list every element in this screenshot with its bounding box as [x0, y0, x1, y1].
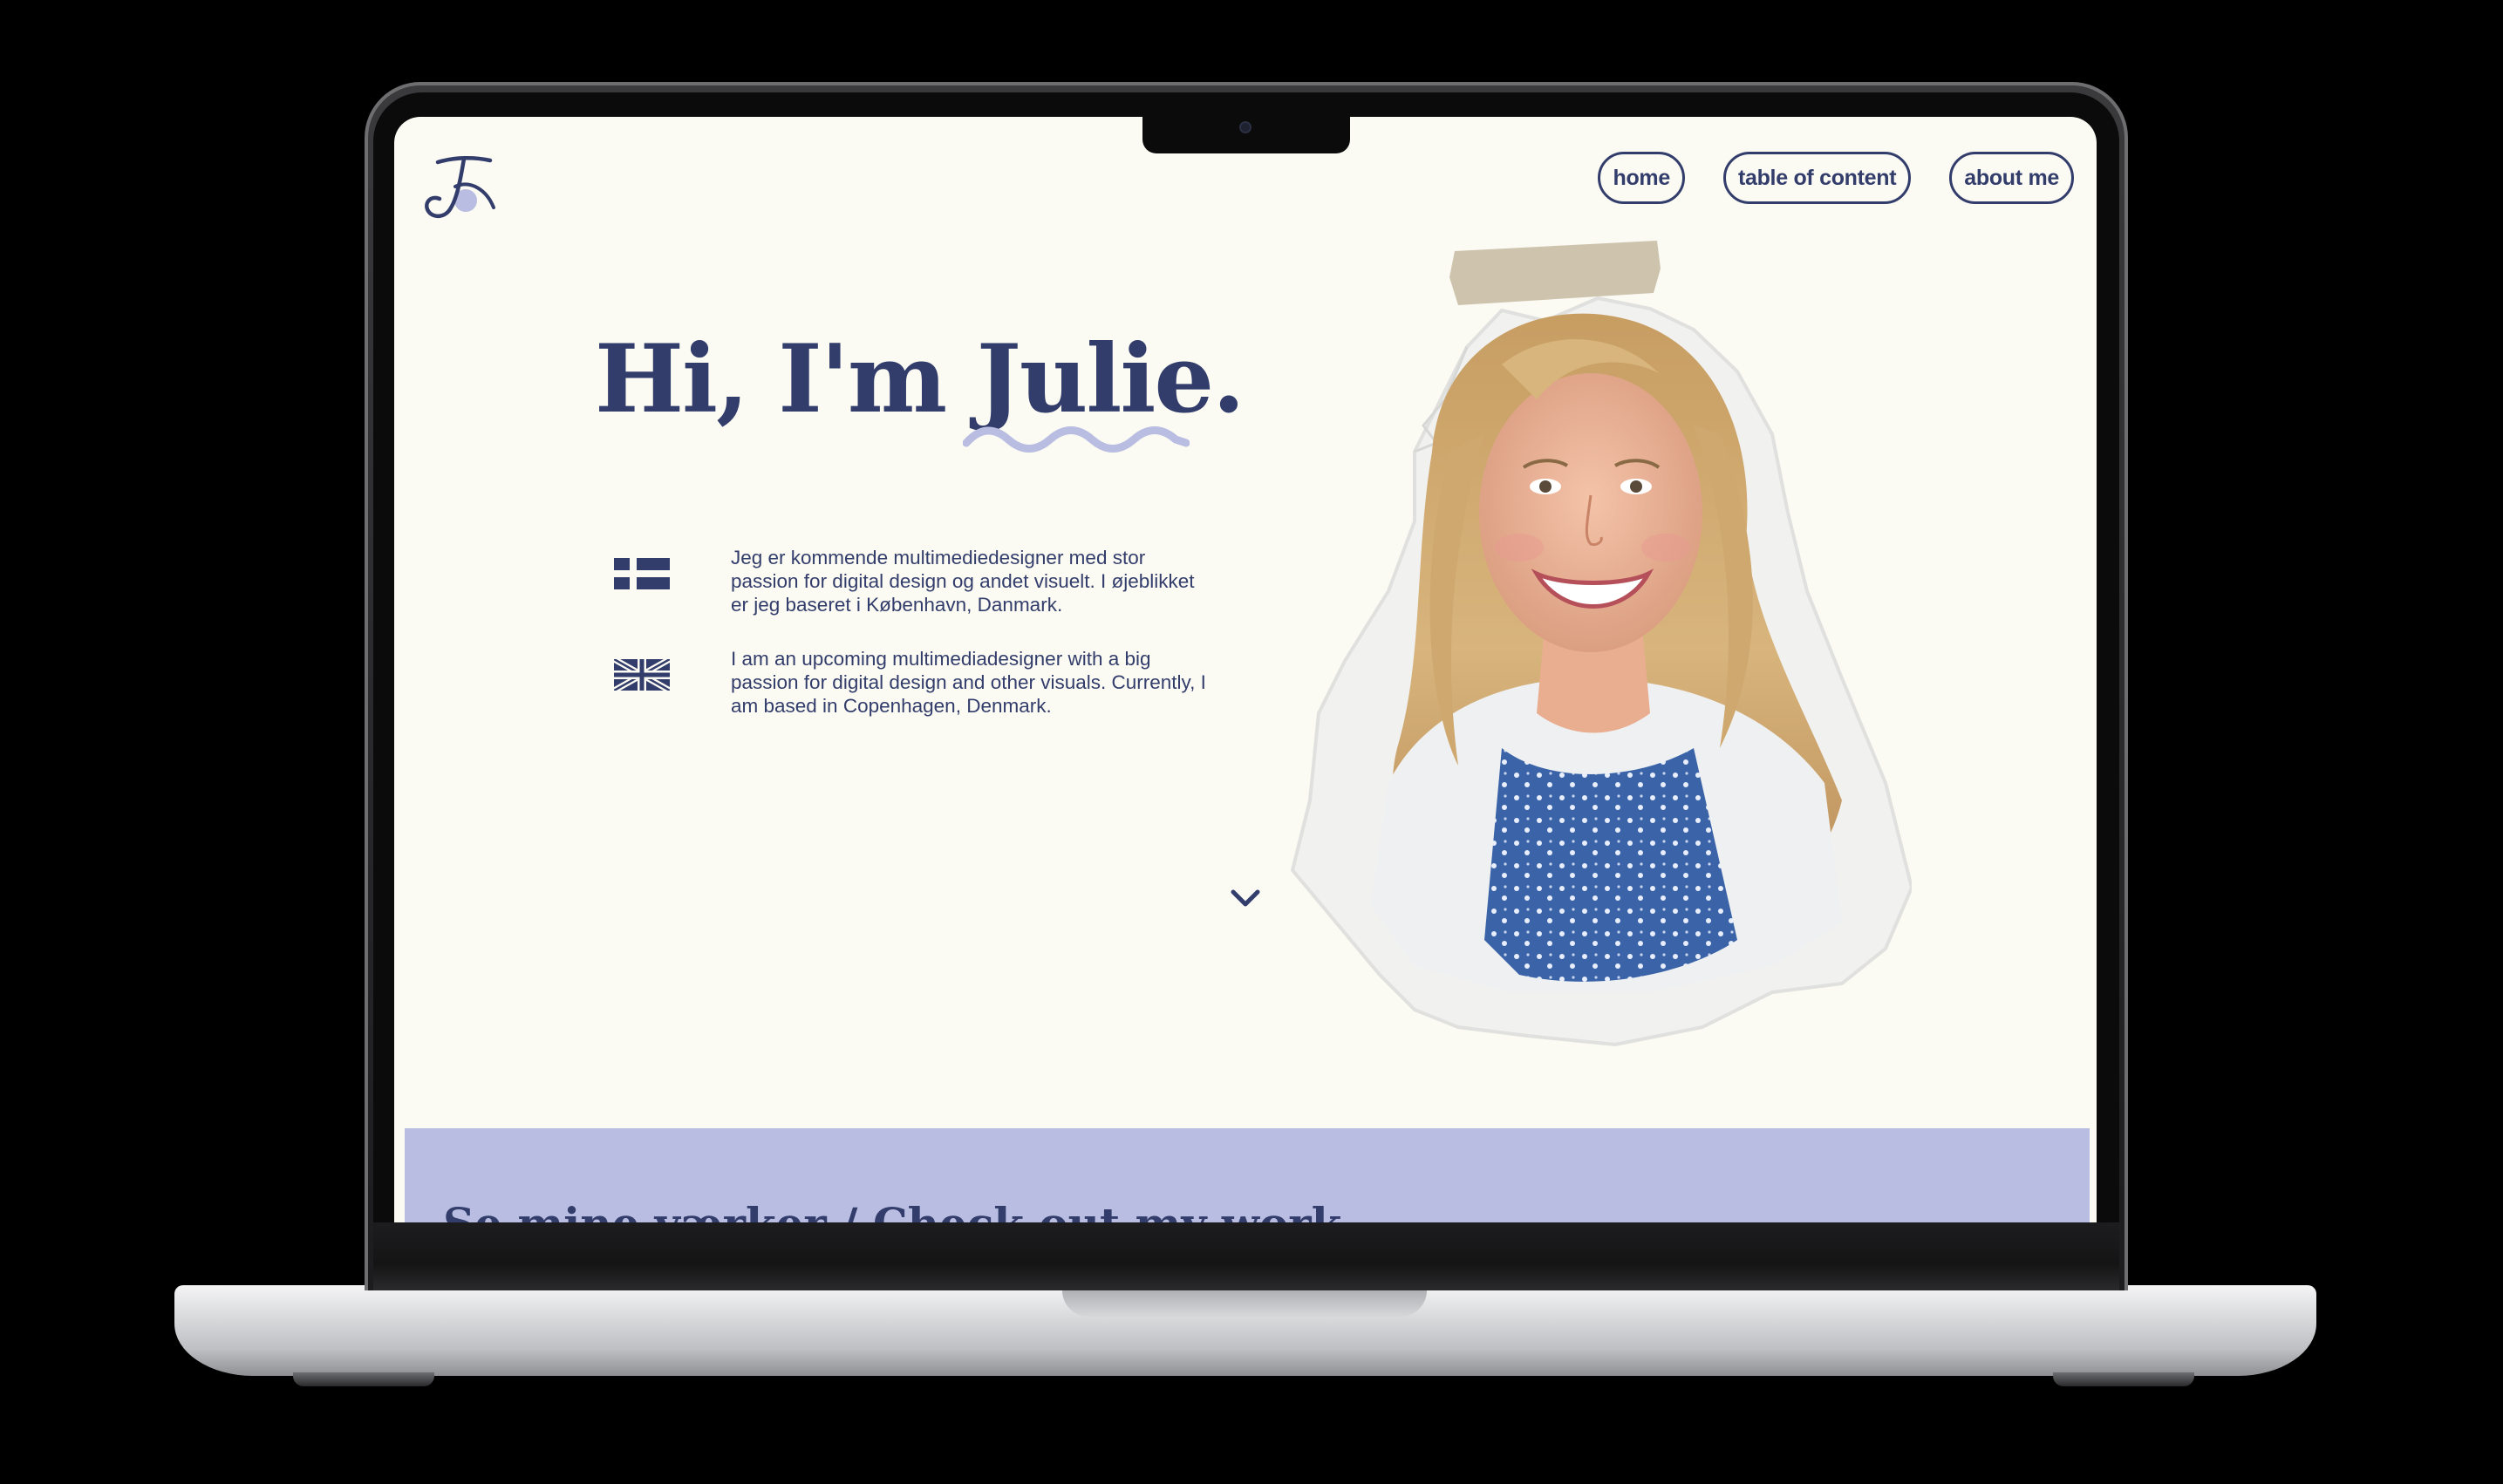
work-section: Se mine værker / Check out my work — [405, 1128, 2090, 1222]
laptop-mockup: home table of content about me Hi, I'm J… — [0, 0, 2503, 1484]
intro-text-danish: Jeg er kommende multimediedesigner med s… — [731, 547, 1195, 616]
laptop-foot-right — [2053, 1372, 2194, 1386]
chevron-down-icon[interactable] — [1228, 884, 1263, 912]
nav-home[interactable]: home — [1598, 152, 1685, 204]
j-monogram-logo[interactable] — [420, 150, 499, 223]
website-screen: home table of content about me Hi, I'm J… — [394, 117, 2097, 1222]
laptop-foot-left — [293, 1372, 434, 1386]
nav-table-of-content[interactable]: table of content — [1722, 152, 1912, 204]
intro-text-english: I am an upcoming multimediadesigner with… — [731, 648, 1206, 717]
intro-english: I am an upcoming multimediadesigner with… — [614, 647, 1207, 718]
uk-flag-icon — [614, 659, 670, 691]
camera-icon — [1239, 121, 1252, 133]
screen-bottom-bezel — [373, 1222, 2119, 1290]
nav-about-me[interactable]: about me — [1949, 152, 2074, 204]
danish-flag-icon — [614, 558, 670, 589]
hero-greeting: Hi, I'm Julie. — [595, 324, 1245, 434]
name-underline-squiggle — [963, 426, 1190, 453]
main-nav: home table of content about me — [1598, 152, 2074, 204]
profile-photo — [1290, 241, 1912, 1047]
intro-danish: Jeg er kommende multimediedesigner med s… — [614, 546, 1207, 616]
work-heading: Se mine værker / Check out my work — [443, 1198, 1341, 1222]
